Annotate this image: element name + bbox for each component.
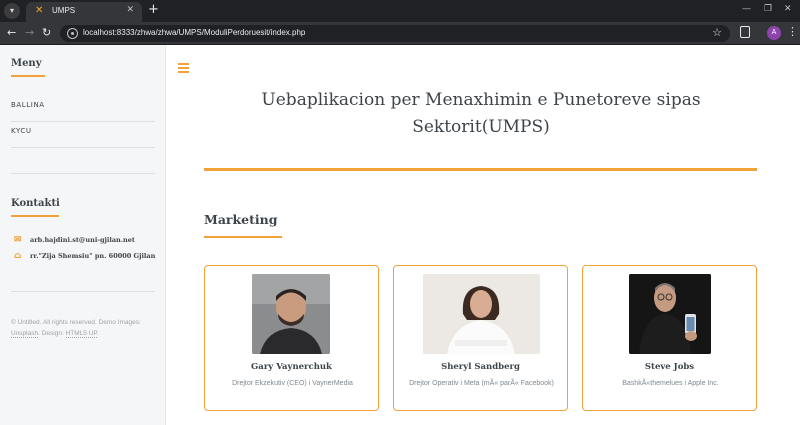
- employee-role: BashkÃ«themelues i Apple Inc.: [622, 380, 719, 387]
- employee-role: Drejtor Operativ i Meta (mÃ« parÃ« Faceb…: [409, 380, 554, 387]
- sidebar-item-kycu[interactable]: KYCU: [11, 123, 155, 148]
- employee-card[interactable]: Sheryl Sandberg Drejtor Operativ i Meta …: [393, 265, 568, 411]
- sidebar: Meny BALLINA KYCU Kontakti ✉ arb.hajdini…: [0, 45, 166, 425]
- envelope-icon: ✉: [14, 235, 22, 245]
- contact-heading: Kontakti: [11, 198, 60, 209]
- footer-end: .: [96, 330, 99, 337]
- footer-copyright: © Untitled. All rights reserved. Demo Im…: [11, 317, 159, 339]
- contact-address-text: rr."Zija Shemsiu" pn. 60000 Gjilan: [30, 252, 156, 260]
- footer-link-html5up[interactable]: HTML5 UP: [65, 330, 97, 338]
- site-info-icon[interactable]: [67, 28, 78, 39]
- section-underline: [204, 236, 282, 238]
- browser-toolbar: ← → ↻ localhost:8333/zhwa/zhwa/UMPS/Modu…: [0, 22, 800, 45]
- sidebar-divider: [11, 173, 155, 174]
- employee-card[interactable]: Gary Vaynerchuk Drejtor Ekzekutiv (CEO) …: [204, 265, 379, 411]
- browser-menu-icon[interactable]: ⋮: [787, 25, 798, 39]
- minimize-icon[interactable]: —: [742, 4, 751, 14]
- favicon-icon: ✕: [35, 5, 44, 16]
- extensions-icon[interactable]: [740, 26, 750, 38]
- footer-link-unsplash[interactable]: Unsplash: [11, 330, 39, 338]
- title-divider: [204, 168, 757, 171]
- window-close-icon[interactable]: ✕: [784, 4, 792, 14]
- restore-icon[interactable]: ❐: [764, 4, 772, 14]
- menu-heading-underline: [11, 75, 45, 77]
- section-title: Marketing: [204, 212, 278, 227]
- tab-search-button[interactable]: ▾: [4, 3, 20, 19]
- menu-heading: Meny: [11, 58, 42, 69]
- hamburger-menu-icon[interactable]: [178, 63, 189, 73]
- browser-tabstrip: ▾ ✕ UMPS ✕ + — ❐ ✕: [0, 0, 800, 22]
- browser-tab[interactable]: ✕ UMPS ✕: [26, 2, 142, 22]
- employee-card[interactable]: Steve Jobs BashkÃ«themelues i Apple Inc.: [582, 265, 757, 411]
- employee-photo: [423, 274, 540, 354]
- contact-heading-underline: [11, 215, 59, 217]
- employee-role: Drejtor Ekzekutiv (CEO) i VaynerMedia: [232, 380, 353, 387]
- address-bar[interactable]: localhost:8333/zhwa/zhwa/UMPS/ModuliPerd…: [60, 25, 730, 42]
- bookmark-star-icon[interactable]: ☆: [712, 26, 722, 39]
- footer-middle: . Design:: [38, 330, 64, 337]
- contact-email-text[interactable]: arb.hajdini.st@uni-gjilan.net: [30, 236, 135, 244]
- page-title: Uebaplikacion per Menaxhimin e Punetorev…: [261, 90, 701, 137]
- url-text[interactable]: localhost:8333/zhwa/zhwa/UMPS/ModuliPerd…: [83, 28, 305, 37]
- employee-name: Gary Vaynerchuk: [251, 362, 332, 372]
- back-icon[interactable]: ←: [7, 26, 16, 40]
- employee-photo: [629, 274, 711, 354]
- footer-text: © Untitled. All rights reserved. Demo Im…: [11, 319, 141, 326]
- new-tab-icon[interactable]: +: [148, 3, 159, 17]
- home-icon: ⌂: [14, 251, 22, 261]
- employee-name: Sheryl Sandberg: [441, 362, 520, 372]
- forward-icon[interactable]: →: [25, 26, 34, 40]
- sidebar-divider: [11, 291, 155, 292]
- tab-close-icon[interactable]: ✕: [126, 5, 134, 15]
- reload-icon[interactable]: ↻: [42, 26, 51, 40]
- profile-avatar[interactable]: A: [767, 26, 781, 40]
- tab-title: UMPS: [52, 6, 76, 15]
- sidebar-item-ballina[interactable]: BALLINA: [11, 97, 155, 122]
- employee-photo: [252, 274, 330, 354]
- main-content: Uebaplikacion per Menaxhimin e Punetorev…: [167, 45, 800, 425]
- employee-name: Steve Jobs: [644, 362, 695, 372]
